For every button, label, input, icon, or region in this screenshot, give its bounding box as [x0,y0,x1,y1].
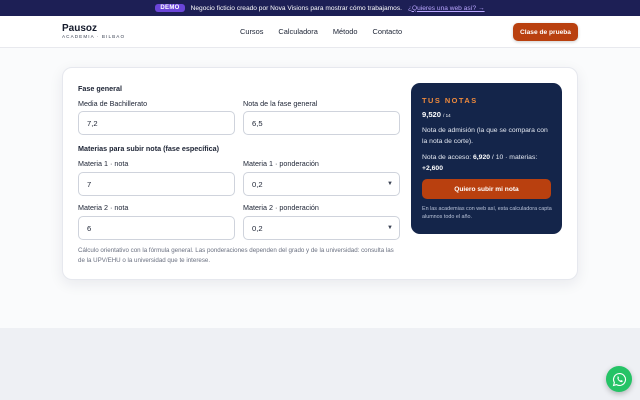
materia1-ponderacion-label: Materia 1 · ponderación [243,159,319,168]
logo-name: Pausoz [62,23,98,34]
materia2-input[interactable]: 6 [78,216,235,240]
main-nav: Cursos Calculadora Método Contacto [240,27,402,36]
demo-badge: DEMO [155,4,185,12]
access-score-mid: / 10 · materias: [491,154,538,161]
fase-general-input[interactable]: 6,5 [243,111,400,135]
calculator-card: Fase general Media de Bachillerato 7,2 N… [62,67,578,280]
demo-link[interactable]: ¿Quieres una web así? → [408,5,485,12]
admission-score: 9,520 / 14 [422,110,451,119]
access-score-prefix: Nota de acceso: [422,154,472,161]
nav-item-calculadora[interactable]: Calculadora [278,27,317,36]
whatsapp-icon [612,372,626,386]
logo[interactable]: Pausoz ACADEMIA · BILBAO [62,23,125,40]
calculation-note: Cálculo orientativo con la fórmula gener… [78,247,394,264]
calculator-section: Fase general Media de Bachillerato 7,2 N… [0,48,640,328]
admission-description: Nota de admisión (la que se compara con … [422,127,548,145]
whatsapp-button[interactable] [606,366,632,392]
site-header: Pausoz ACADEMIA · BILBAO Cursos Calculad… [0,16,640,48]
fase-general-label: Nota de la fase general [243,99,318,108]
bach-input[interactable]: 7,2 [78,111,235,135]
results-panel: TUS NOTAS 9,520 / 14 Nota de admisión (l… [411,83,562,234]
subjects-bonus: +2,600 [422,165,443,172]
improve-grade-button[interactable]: Quiero subir mi nota [422,179,551,199]
trial-class-button[interactable]: Clase de prueba [513,23,578,41]
materia2-ponderacion-value: 0,2 [252,223,263,233]
demo-text: Negocio ficticio creado por Nova Visions… [190,4,402,12]
nav-item-contacto[interactable]: Contacto [373,27,403,36]
materia1-input[interactable]: 7 [78,172,235,196]
admission-score-value: 9,520 [422,110,442,119]
access-score-line: Nota de acceso: 6,920 / 10 · materias: +… [422,152,554,174]
admission-score-unit: / 14 [443,113,451,118]
materia2-label: Materia 2 · nota [78,203,129,212]
access-score-value: 6,920 [473,154,491,161]
materia1-ponderacion-select[interactable]: 0,2 ▼ [243,172,400,196]
nav-item-cursos[interactable]: Cursos [240,27,263,36]
section-general-title: Fase general [78,84,122,93]
demo-banner: DEMO Negocio ficticio creado por Nova Vi… [0,0,640,16]
results-title: TUS NOTAS [422,96,478,105]
chevron-down-icon: ▼ [387,181,393,187]
logo-subtitle: ACADEMIA · BILBAO [62,34,126,39]
chevron-down-icon: ▼ [387,225,393,231]
bach-label: Media de Bachillerato [78,99,148,108]
lower-section [0,328,640,400]
nav-item-metodo[interactable]: Método [333,27,358,36]
results-footer-note: En las academias con web así, esta calcu… [422,206,552,220]
materia2-ponderacion-select[interactable]: 0,2 ▼ [243,216,400,240]
materia1-label: Materia 1 · nota [78,159,129,168]
section-especifica-title: Materias para subir nota (fase específic… [78,144,220,153]
materia1-ponderacion-value: 0,2 [252,179,263,189]
materia2-ponderacion-label: Materia 2 · ponderación [243,203,319,212]
